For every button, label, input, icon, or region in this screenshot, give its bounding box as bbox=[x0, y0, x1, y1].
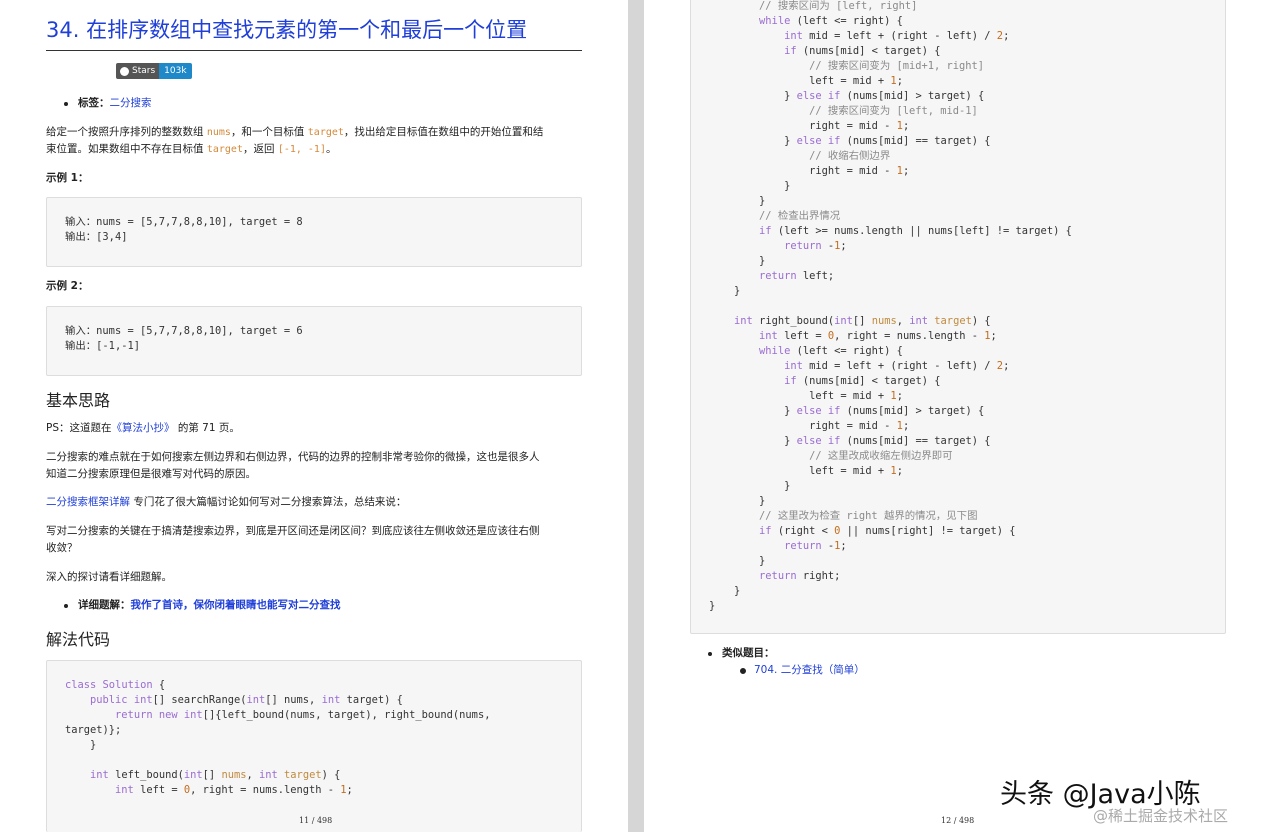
paragraph-2: 二分搜索框架详解 专门花了很大篇幅讨论如何写对二分搜索算法，总结来说： bbox=[46, 496, 407, 508]
ps-paragraph: PS：这道题在《算法小抄》 的第 71 页。 bbox=[46, 422, 240, 434]
description-line-1: 给定一个按照升序排列的整数数组 nums，和一个目标值 target，找出给定目… bbox=[46, 126, 544, 138]
similar-problem-sub-item: 704. 二分查找（简单） bbox=[740, 662, 865, 679]
paragraph-3-line-1: 写对二分搜索的关键在于搞清楚搜索边界，到底是开区间还是闭区间？到底应该往左侧收敛… bbox=[46, 525, 540, 537]
example-1-codeblock: 输入：nums = [5,7,7,8,8,10], target = 8 输出：… bbox=[46, 197, 582, 267]
similar-label: 类似题目： bbox=[722, 647, 775, 659]
tags-item: 标签：二分搜索 bbox=[64, 95, 152, 112]
detail-label: 详细题解： bbox=[78, 599, 131, 611]
page-title: 34. 在排序数组中查找元素的第一个和最后一个位置 bbox=[46, 14, 582, 51]
badge-count: 103k bbox=[159, 63, 192, 79]
tag-link-binary-search[interactable]: 二分搜索 bbox=[110, 97, 152, 109]
paragraph-4: 深入的探讨请看详细题解。 bbox=[46, 571, 172, 583]
tags-label: 标签： bbox=[78, 97, 110, 109]
example-2-codeblock: 输入：nums = [5,7,7,8,8,10], target = 6 输出：… bbox=[46, 306, 582, 376]
paragraph-1-line-1: 二分搜索的难点就在于如何搜索左侧边界和右侧边界，代码的边界的控制非常考验你的微操… bbox=[46, 451, 540, 463]
watermark-juejin: @稀土掘金技术社区 bbox=[1093, 807, 1229, 825]
detail-link[interactable]: 我作了首诗，保你闭着眼睛也能写对二分查找 bbox=[131, 599, 341, 611]
example-2-label: 示例 2： bbox=[46, 280, 89, 292]
solution-codeblock-part2: // 搜索区间为 [left, right] while (left <= ri… bbox=[690, 0, 1226, 634]
page-gutter bbox=[628, 0, 644, 832]
page-number: 12 / 498 bbox=[941, 816, 975, 825]
detail-item: 详细题解：我作了首诗，保你闭着眼睛也能写对二分查找 bbox=[64, 597, 341, 614]
framework-link[interactable]: 二分搜索框架详解 bbox=[46, 496, 130, 508]
example-1-code: 输入：nums = [5,7,7,8,8,10], target = 8 输出：… bbox=[65, 216, 303, 243]
solution-codeblock-part1: class Solution { public int[] searchRang… bbox=[46, 660, 582, 832]
paragraph-1-line-2: 知道二分搜索原理但是很难写对代码的原因。 bbox=[46, 468, 256, 480]
section-heading-solution: 解法代码 bbox=[46, 630, 111, 649]
example-2-code: 输入：nums = [5,7,7,8,8,10], target = 6 输出：… bbox=[65, 325, 303, 352]
badge-label: Stars bbox=[132, 66, 156, 76]
github-stars-badge[interactable]: Stars 103k bbox=[116, 63, 192, 79]
example-1-label: 示例 1： bbox=[46, 172, 89, 184]
similar-problem-link-704[interactable]: 704. 二分查找（简单） bbox=[754, 664, 865, 676]
book-link[interactable]: 《算法小抄》 bbox=[112, 422, 175, 434]
pdf-page-right: // 搜索区间为 [left, right] while (left <= ri… bbox=[644, 0, 1273, 832]
page-number: 11 / 498 bbox=[299, 816, 333, 825]
github-icon bbox=[120, 66, 129, 76]
paragraph-3-line-2: 收敛？ bbox=[46, 542, 78, 554]
section-heading-approach: 基本思路 bbox=[46, 391, 111, 410]
description-line-2: 束位置。如果数组中不存在目标值 target，返回 [-1, -1]。 bbox=[46, 143, 337, 155]
similar-problems-item: 类似题目： bbox=[708, 645, 775, 662]
pdf-page-left: 34. 在排序数组中查找元素的第一个和最后一个位置 Stars 103k 标签：… bbox=[0, 0, 628, 832]
